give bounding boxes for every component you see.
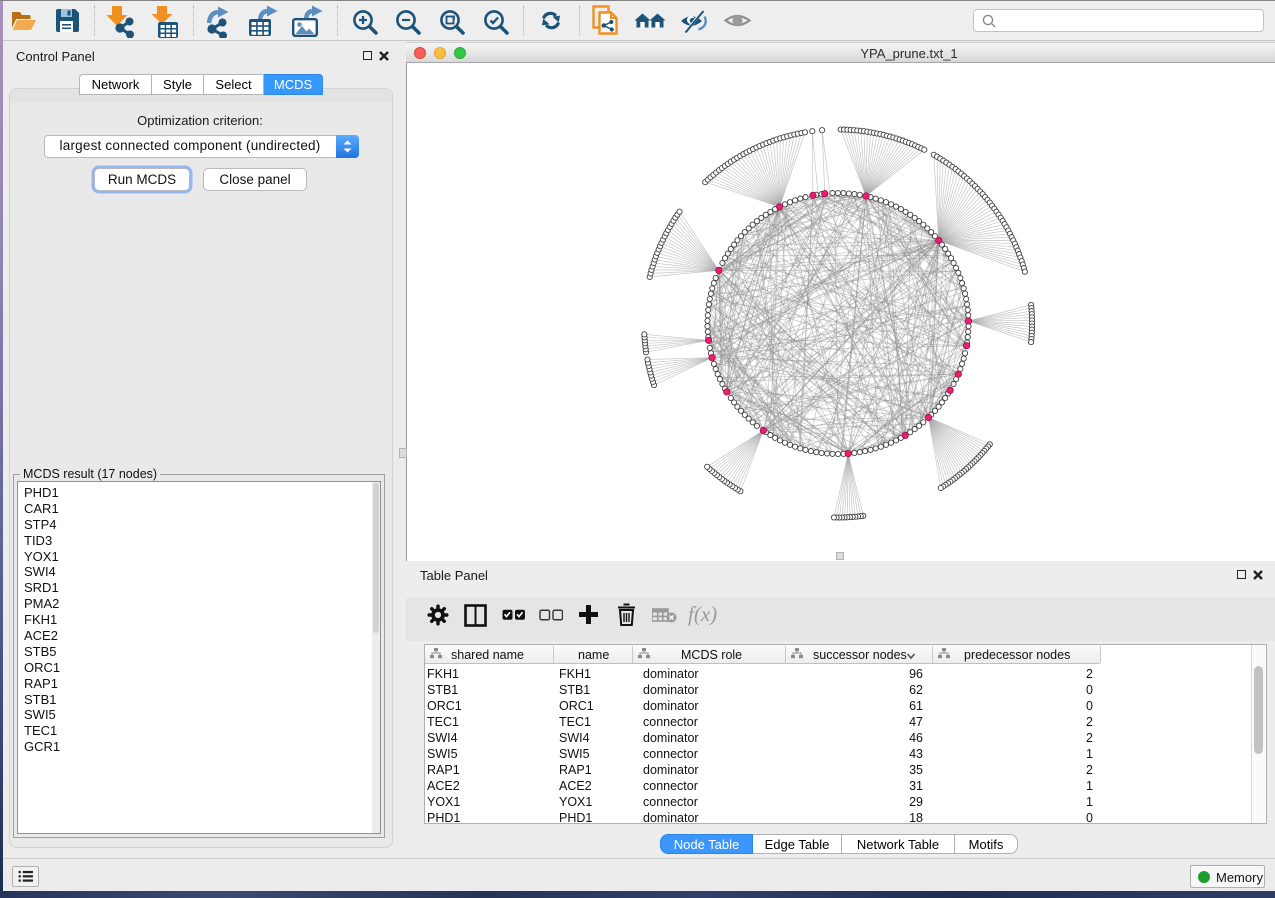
svg-text:f(x): f(x) <box>688 602 717 626</box>
